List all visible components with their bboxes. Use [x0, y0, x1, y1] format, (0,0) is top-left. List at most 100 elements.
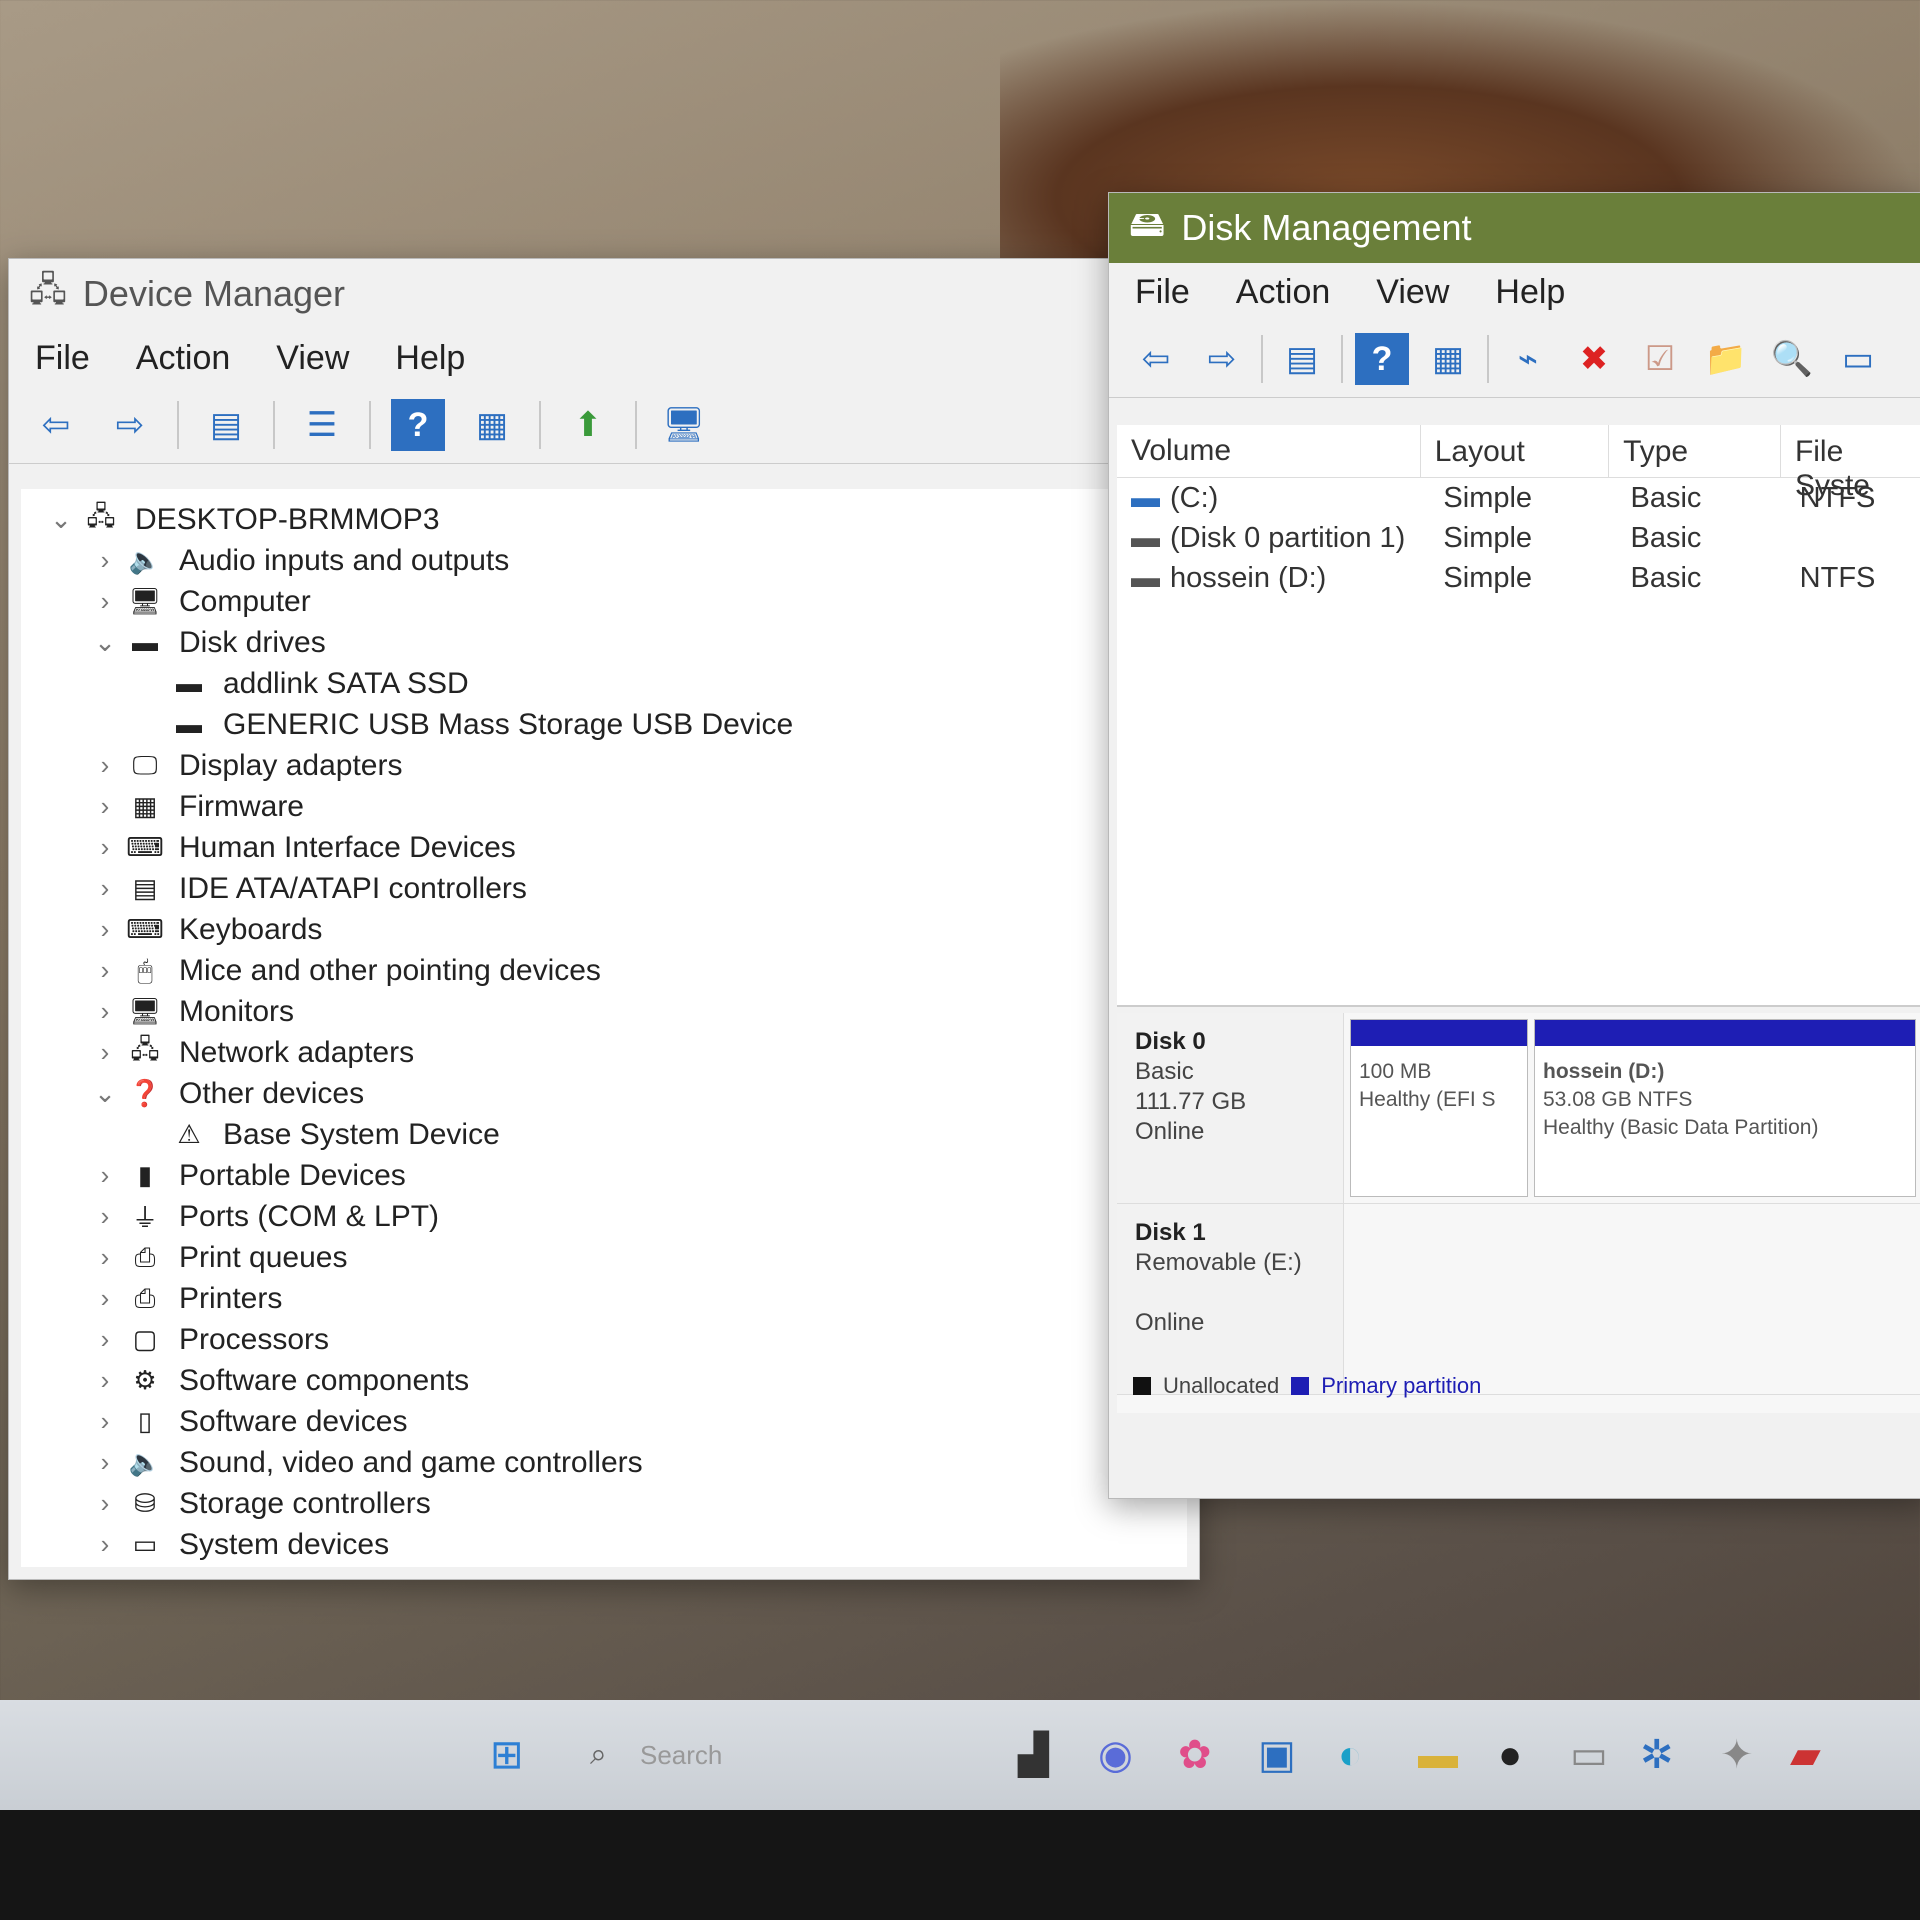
tree-category[interactable]: › ⚙ Software components — [21, 1360, 1187, 1401]
tree-category[interactable]: › ⌨ Keyboards — [21, 909, 1187, 950]
disk-tray-icon[interactable]: ▭ — [1570, 1732, 1608, 1778]
chevron-right-icon[interactable]: › — [85, 586, 125, 617]
search-icon[interactable]: ⌕ — [590, 1738, 607, 1772]
list-view-icon[interactable]: ▭ — [1831, 333, 1885, 385]
folder-search-icon[interactable]: 🔍 — [1765, 333, 1819, 385]
forward-arrow-icon[interactable]: ⇨ — [1195, 333, 1249, 385]
dm-menu-view[interactable]: View — [276, 339, 349, 378]
action-pane-icon[interactable]: ▦ — [1421, 333, 1475, 385]
store-icon[interactable]: ▣ — [1258, 1732, 1296, 1778]
dkm-menu-help[interactable]: Help — [1495, 273, 1565, 312]
dm-menu-file[interactable]: File — [35, 339, 90, 378]
windows-start-icon[interactable]: ⊞ — [490, 1732, 524, 1778]
checklist-icon[interactable]: ☑ — [1633, 333, 1687, 385]
tree-root[interactable]: ⌄ 🖧 DESKTOP-BRMMOP3 — [21, 499, 1187, 540]
tree-category[interactable]: › 🖥 Computer — [21, 581, 1187, 622]
file-explorer-icon[interactable]: ▬ — [1418, 1733, 1458, 1778]
tree-category[interactable]: › 🖱 Mice and other pointing devices — [21, 950, 1187, 991]
chevron-right-icon[interactable]: › — [85, 1160, 125, 1191]
chevron-right-icon[interactable]: › — [85, 832, 125, 863]
help-icon[interactable]: ? — [391, 399, 445, 451]
chevron-right-icon[interactable]: › — [85, 750, 125, 781]
action-pane-icon[interactable]: ▦ — [465, 399, 519, 451]
edge-icon[interactable]: ◐ — [1338, 1733, 1362, 1778]
tree-category[interactable]: › 🖵 Display adapters — [21, 745, 1187, 786]
volume-row[interactable]: ▬ hossein (D:) Simple Basic NTFS — [1117, 558, 1920, 598]
dm-menu-help[interactable]: Help — [395, 339, 465, 378]
console-tree-icon[interactable]: ▤ — [199, 399, 253, 451]
chevron-right-icon[interactable]: › — [85, 545, 125, 576]
taskbar-search[interactable]: Search — [640, 1740, 722, 1771]
forward-arrow-icon[interactable]: ⇨ — [103, 399, 157, 451]
dm-titlebar[interactable]: 🖧 Device Manager — [9, 259, 1199, 329]
col-layout[interactable]: Layout — [1421, 425, 1610, 477]
tree-category[interactable]: › 🔈 Audio inputs and outputs — [21, 540, 1187, 581]
chevron-right-icon[interactable]: › — [85, 1365, 125, 1396]
tree-category[interactable]: › ⏚ Ports (COM & LPT) — [21, 1196, 1187, 1237]
tree-category[interactable]: › 🔈 Sound, video and game controllers — [21, 1442, 1187, 1483]
delete-icon[interactable]: ✖ — [1567, 333, 1621, 385]
back-arrow-icon[interactable]: ⇦ — [1129, 333, 1183, 385]
col-file-system[interactable]: File Syste — [1781, 425, 1920, 502]
tree-category[interactable]: › ⌨ Human Interface Devices — [21, 827, 1187, 868]
dkm-menu-action[interactable]: Action — [1236, 273, 1331, 312]
col-volume[interactable]: Volume — [1117, 425, 1421, 477]
disk0-info[interactable]: Disk 0 Basic 111.77 GB Online — [1117, 1013, 1344, 1203]
scan-hardware-icon[interactable]: 🖥 — [657, 399, 711, 451]
update-driver-icon[interactable]: ⬆ — [561, 399, 615, 451]
tree-category[interactable]: › ▢ Processors — [21, 1319, 1187, 1360]
properties-icon[interactable]: ☰ — [295, 399, 349, 451]
chevron-right-icon[interactable]: › — [85, 955, 125, 986]
dm-menu-action[interactable]: Action — [136, 339, 231, 378]
tree-category[interactable]: › ▭ System devices — [21, 1524, 1187, 1565]
chevron-right-icon[interactable]: › — [85, 1324, 125, 1355]
folder-up-icon[interactable]: 📁 — [1699, 333, 1753, 385]
help-icon[interactable]: ? — [1355, 333, 1409, 385]
tree-category[interactable]: › 🖥 Monitors — [21, 991, 1187, 1032]
connect-icon[interactable]: ⌁ — [1501, 333, 1555, 385]
media-player-icon[interactable]: ● — [1498, 1733, 1522, 1778]
tree-device[interactable]: ▬ addlink SATA SSD — [21, 663, 1187, 704]
tree-device[interactable]: ▬ GENERIC USB Mass Storage USB Device — [21, 704, 1187, 745]
chevron-right-icon[interactable]: › — [85, 1201, 125, 1232]
chevron-right-icon[interactable]: › — [85, 1529, 125, 1560]
tree-category[interactable]: › 🖧 Network adapters — [21, 1032, 1187, 1073]
chevron-right-icon[interactable]: › — [85, 1447, 125, 1478]
disk1-row[interactable]: Disk 1 Removable (E:) Online — [1117, 1204, 1920, 1395]
tree-category[interactable]: › ⎙ Printers — [21, 1278, 1187, 1319]
tree-device[interactable]: ⚠ Base System Device — [21, 1114, 1187, 1155]
device-tray-icon[interactable]: ✦ — [1720, 1732, 1754, 1778]
tree-category[interactable]: ⌄ ▬ Disk drives — [21, 622, 1187, 663]
d-partition[interactable]: hossein (D:) 53.08 GB NTFS Healthy (Basi… — [1534, 1019, 1916, 1197]
chevron-right-icon[interactable]: › — [85, 791, 125, 822]
tree-category[interactable]: › ▤ IDE ATA/ATAPI controllers — [21, 868, 1187, 909]
chevron-right-icon[interactable]: › — [85, 1283, 125, 1314]
chevron-right-icon[interactable]: › — [85, 873, 125, 904]
chevron-right-icon[interactable]: › — [85, 914, 125, 945]
tree-category[interactable]: › ⎙ Print queues — [21, 1237, 1187, 1278]
dkm-menu-file[interactable]: File — [1135, 273, 1190, 312]
chat-icon[interactable]: ◉ — [1098, 1732, 1133, 1778]
console-tree-icon[interactable]: ▤ — [1275, 333, 1329, 385]
tree-category[interactable]: › ▯ Software devices — [21, 1401, 1187, 1442]
network-tray-icon[interactable]: ✲ — [1640, 1732, 1674, 1778]
tray-app-icon[interactable]: ▰ — [1790, 1732, 1821, 1778]
chevron-down-icon[interactable]: ⌄ — [85, 627, 125, 658]
copilot-icon[interactable]: ✿ — [1178, 1732, 1212, 1778]
chevron-down-icon[interactable]: ⌄ — [85, 1078, 125, 1109]
chevron-right-icon[interactable]: › — [85, 1406, 125, 1437]
chevron-right-icon[interactable]: › — [85, 1242, 125, 1273]
tree-category[interactable]: ⌄ ❓ Other devices — [21, 1073, 1187, 1114]
chevron-right-icon[interactable]: › — [85, 1037, 125, 1068]
volume-row[interactable]: ▬ (C:) Simple Basic NTFS — [1117, 478, 1920, 518]
disk0-row[interactable]: Disk 0 Basic 111.77 GB Online 100 MB Hea… — [1117, 1013, 1920, 1204]
tree-category[interactable]: › ⛁ Storage controllers — [21, 1483, 1187, 1524]
col-type[interactable]: Type — [1609, 425, 1781, 477]
tree-category[interactable]: › ▮ Portable Devices — [21, 1155, 1187, 1196]
disk1-info[interactable]: Disk 1 Removable (E:) Online — [1117, 1204, 1344, 1394]
dkm-titlebar[interactable]: 🖴 Disk Management — [1109, 193, 1920, 263]
chevron-right-icon[interactable]: › — [85, 996, 125, 1027]
efi-partition[interactable]: 100 MB Healthy (EFI S — [1350, 1019, 1528, 1197]
task-view-icon[interactable]: ▟ — [1018, 1732, 1049, 1778]
chevron-down-icon[interactable]: ⌄ — [41, 504, 81, 535]
